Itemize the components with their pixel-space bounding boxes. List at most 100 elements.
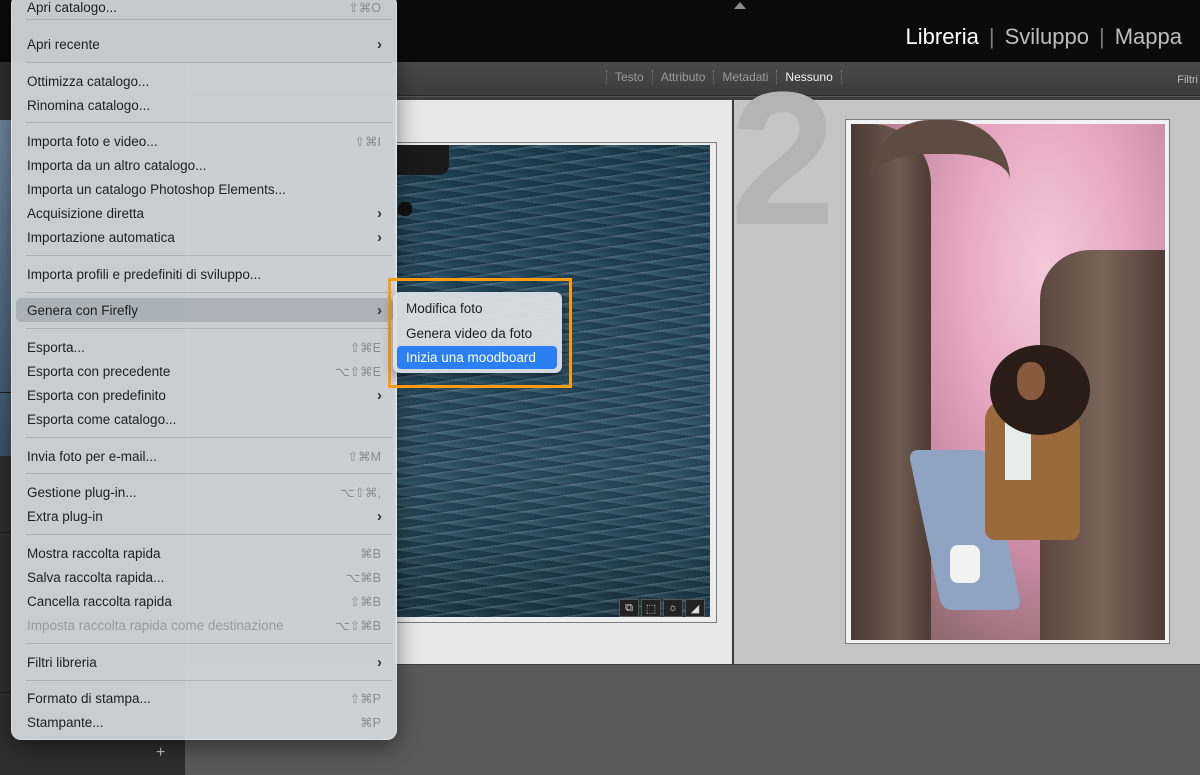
menu-item-gestione-plugin[interactable]: Gestione plug-in... ⌥⇧⌘, xyxy=(16,480,393,504)
photo-detail xyxy=(1017,362,1045,400)
menu-item-label: Cancella raccolta rapida xyxy=(27,593,172,609)
photo-detail xyxy=(851,124,931,640)
chevron-right-icon: › xyxy=(377,507,382,525)
menu-item-importa-profili[interactable]: Importa profili e predefiniti di svilupp… xyxy=(16,262,393,286)
filter-attributo[interactable]: Attributo xyxy=(661,70,706,84)
menu-item-shortcut: ⇧⌘E xyxy=(349,340,381,355)
menu-separator xyxy=(26,473,392,474)
menu-item-filtri-libreria[interactable]: Filtri libreria › xyxy=(16,650,393,674)
crop-icon[interactable]: ⬚ xyxy=(641,599,661,617)
menu-item-label: Filtri libreria xyxy=(27,654,97,670)
chevron-right-icon: › xyxy=(377,653,382,671)
menu-item-label: Invia foto per e-mail... xyxy=(27,448,157,464)
menu-item-label: Mostra raccolta rapida xyxy=(27,545,161,561)
menu-separator xyxy=(26,534,392,535)
filter-presets-label[interactable]: Filtri xyxy=(1177,74,1198,86)
menu-item-label: Importa da un altro catalogo... xyxy=(27,157,207,173)
menu-item-label: Ottimizza catalogo... xyxy=(27,73,150,89)
grid-cell-index: 2 xyxy=(730,53,836,265)
menu-item-cancella-raccolta-rapida[interactable]: Cancella raccolta rapida ⇧⌘B xyxy=(16,589,393,613)
menu-item-importa-catalogo[interactable]: Importa da un altro catalogo... xyxy=(16,153,393,177)
filter-separator xyxy=(840,70,842,84)
menu-item-formato-di-stampa[interactable]: Formato di stampa... ⇧⌘P xyxy=(16,686,393,710)
menu-item-shortcut: ⇧⌘P xyxy=(349,691,381,706)
menu-item-rinomina-catalogo[interactable]: Rinomina catalogo... xyxy=(16,93,393,117)
menu-item-shortcut: ⌥⇧⌘, xyxy=(340,485,381,500)
submenu-item-label: Genera video da foto xyxy=(406,326,533,341)
menu-item-shortcut: ⌥⇧⌘B xyxy=(335,618,381,633)
menu-item-shortcut: ⇧⌘B xyxy=(349,594,381,609)
menu-item-importazione-automatica[interactable]: Importazione automatica › xyxy=(16,225,393,249)
menu-item-salva-raccolta-rapida[interactable]: Salva raccolta rapida... ⌥⌘B xyxy=(16,565,393,589)
virtual-copy-icon[interactable]: ⧉ xyxy=(619,599,639,617)
add-collection-icon[interactable]: + xyxy=(156,744,165,762)
submenu-item-label: Inizia una moodboard xyxy=(406,350,536,365)
menu-item-apri-recente[interactable]: Apri recente › xyxy=(16,32,393,56)
menu-item-esporta-con-predefinito[interactable]: Esporta con predefinito › xyxy=(16,383,393,407)
submenu-item-label: Modifica foto xyxy=(406,301,483,316)
submenu-item-modifica-foto[interactable]: Modifica foto xyxy=(397,297,557,320)
menu-item-shortcut: ⇧⌘O xyxy=(348,0,381,15)
menu-separator xyxy=(26,19,392,20)
chevron-right-icon: › xyxy=(377,301,382,319)
menu-item-label: Esporta come catalogo... xyxy=(27,411,177,427)
thumbnail-badges: ⧉ ⬚ ☼ ◢ xyxy=(619,599,705,617)
photo-detail xyxy=(950,545,980,583)
menu-item-ottimizza-catalogo[interactable]: Ottimizza catalogo... xyxy=(16,69,393,93)
menu-separator xyxy=(26,292,392,293)
chevron-right-icon: › xyxy=(377,204,382,222)
menu-item-shortcut: ⌘B xyxy=(360,546,381,561)
submenu-item-inizia-moodboard[interactable]: Inizia una moodboard xyxy=(397,346,557,369)
menu-item-mostra-raccolta-rapida[interactable]: Mostra raccolta rapida ⌘B xyxy=(16,541,393,565)
firefly-submenu: Modifica foto Genera video da foto Inizi… xyxy=(393,292,562,373)
menu-item-label: Importa profili e predefiniti di svilupp… xyxy=(27,266,262,282)
menu-item-invia-email[interactable]: Invia foto per e-mail... ⇧⌘M xyxy=(16,444,393,468)
menu-item-shortcut: ⇧⌘M xyxy=(347,449,381,464)
photo-detail xyxy=(398,202,412,216)
module-libreria[interactable]: Libreria xyxy=(896,24,989,50)
menu-item-apri-catalogo[interactable]: Apri catalogo... ⇧⌘O xyxy=(16,0,393,19)
filter-separator xyxy=(606,70,607,84)
module-mappa[interactable]: Mappa xyxy=(1105,24,1192,50)
filter-testo[interactable]: Testo xyxy=(615,70,644,84)
menu-item-extra-plugin[interactable]: Extra plug-in › xyxy=(16,504,393,528)
develop-settings-icon[interactable]: ☼ xyxy=(663,599,683,617)
menu-item-label: Esporta con precedente xyxy=(27,363,171,379)
chevron-right-icon: › xyxy=(377,35,382,53)
menu-separator xyxy=(26,62,392,63)
menu-item-importa-foto[interactable]: Importa foto e video... ⇧⌘I xyxy=(16,129,393,153)
photo-detail xyxy=(397,145,449,175)
menu-separator xyxy=(26,255,392,256)
menu-item-shortcut: ⇧⌘I xyxy=(354,134,381,149)
submenu-item-genera-video[interactable]: Genera video da foto xyxy=(397,322,557,345)
menu-item-esporta[interactable]: Esporta... ⇧⌘E xyxy=(16,335,393,359)
menu-separator xyxy=(26,328,392,329)
chevron-right-icon: › xyxy=(377,386,382,404)
collapse-top-panel-icon[interactable] xyxy=(734,2,746,9)
menu-item-shortcut: ⌥⌘B xyxy=(345,570,381,585)
menu-item-label: Salva raccolta rapida... xyxy=(27,569,165,585)
menu-item-label: Stampante... xyxy=(27,714,104,730)
menu-item-esporta-con-precedente[interactable]: Esporta con precedente ⌥⇧⌘E xyxy=(16,359,393,383)
menu-item-label: Importazione automatica xyxy=(27,229,175,245)
menu-item-label: Gestione plug-in... xyxy=(27,484,137,500)
menu-item-label: Apri recente xyxy=(27,36,100,52)
menu-item-stampante[interactable]: Stampante... ⌘P xyxy=(16,710,393,734)
menu-separator xyxy=(26,680,392,681)
menu-item-importa-photoshop-elements[interactable]: Importa un catalogo Photoshop Elements..… xyxy=(16,177,393,201)
menu-item-label: Esporta... xyxy=(27,339,85,355)
module-sviluppo[interactable]: Sviluppo xyxy=(995,24,1099,50)
menu-item-label: Genera con Firefly xyxy=(27,302,139,318)
menu-item-label: Acquisizione diretta xyxy=(27,205,145,221)
menu-item-label: Importa un catalogo Photoshop Elements..… xyxy=(27,181,286,197)
menu-item-shortcut: ⌥⇧⌘E xyxy=(335,364,381,379)
edited-icon[interactable]: ◢ xyxy=(685,599,705,617)
filter-separator xyxy=(651,70,653,84)
menu-item-genera-con-firefly[interactable]: Genera con Firefly › xyxy=(16,298,393,322)
menu-item-label: Formato di stampa... xyxy=(27,690,151,706)
menu-item-imposta-raccolta-rapida: Imposta raccolta rapida come destinazion… xyxy=(16,613,393,637)
menu-item-esporta-come-catalogo[interactable]: Esporta come catalogo... xyxy=(16,407,393,431)
menu-item-acquisizione-diretta[interactable]: Acquisizione diretta › xyxy=(16,201,393,225)
menu-item-label: Importa foto e video... xyxy=(27,133,158,149)
module-picker: Libreria | Sviluppo | Mappa xyxy=(896,24,1192,50)
